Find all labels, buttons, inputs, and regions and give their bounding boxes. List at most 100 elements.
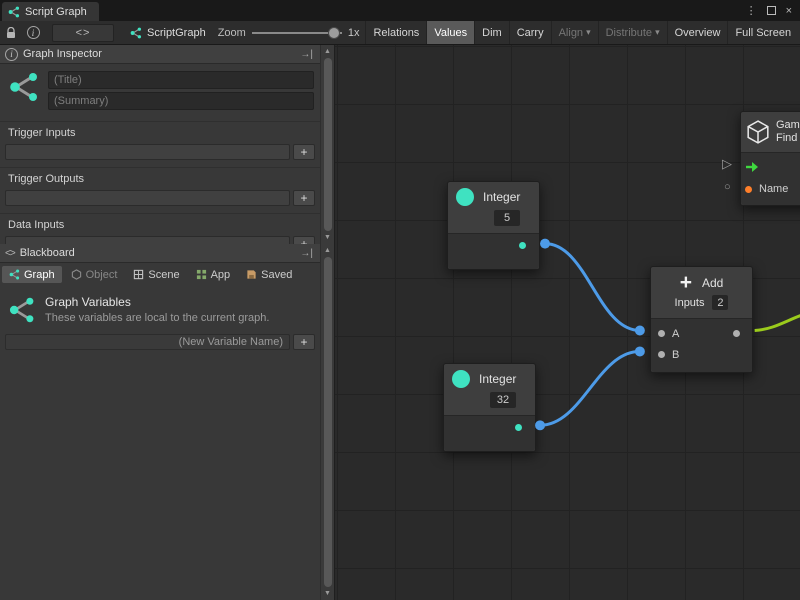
values-button[interactable]: Values	[426, 21, 474, 44]
graph-inspector-title: Graph Inspector	[23, 48, 102, 60]
carry-button[interactable]: Carry	[509, 21, 551, 44]
wire-integer5-to-add-a[interactable]	[545, 244, 640, 331]
zoom-slider[interactable]	[252, 26, 342, 40]
inspect-button[interactable]: i	[22, 21, 44, 45]
graph-inspector-header: i Graph Inspector →|	[0, 45, 320, 64]
add-variable-button[interactable]: +	[293, 334, 315, 350]
add-trigger-input-button[interactable]: +	[293, 144, 315, 160]
chevron-down-icon: ▾	[655, 27, 660, 38]
graph-canvas[interactable]: Integer 5 Integer 32	[335, 45, 800, 600]
scroll-up-icon[interactable]: ▲	[324, 246, 331, 255]
values-label: Values	[434, 27, 467, 39]
dim-button[interactable]: Dim	[474, 21, 509, 44]
output-port[interactable]	[515, 424, 522, 431]
graph-title-input[interactable]	[48, 71, 314, 89]
graph-tab-icon	[9, 269, 20, 280]
tab-label: Graph	[24, 269, 55, 281]
align-button[interactable]: Align ▾	[551, 21, 598, 44]
flow-port-row	[741, 156, 800, 178]
inspector-scrollbar[interactable]: ▲ ▼	[320, 45, 334, 244]
output-port[interactable]	[519, 242, 526, 249]
wire-add-output[interactable]	[755, 316, 800, 331]
integer-value-field[interactable]: 32	[490, 392, 516, 408]
object-tab-icon	[71, 269, 82, 280]
toolbar-buttons: Relations Values Dim Carry Align ▾ Distr…	[365, 21, 798, 44]
new-variable-input[interactable]	[5, 334, 290, 350]
unity-window: Script Graph ⋮ × i <> ScriptGraph	[0, 0, 800, 600]
inspector-scrollbar-thumb[interactable]	[324, 58, 332, 231]
lock-icon	[6, 27, 16, 39]
tab-graph[interactable]: Graph	[2, 266, 62, 283]
full-screen-button[interactable]: Full Screen	[727, 21, 798, 44]
graph-toolbar: i <> ScriptGraph Zoom 1x Relations Value…	[0, 21, 800, 45]
wire-integer32-to-add-b[interactable]	[540, 351, 640, 425]
node-header: Integer	[444, 364, 535, 392]
dock-icon[interactable]: →|	[300, 248, 313, 259]
graph-summary-input[interactable]	[48, 92, 314, 110]
tab-object[interactable]: Object	[64, 266, 125, 283]
graph-name: ScriptGraph	[147, 27, 206, 39]
node-title-lines: Game Find	[776, 119, 800, 145]
graph-icon	[130, 27, 142, 39]
app-tab-icon	[196, 269, 207, 280]
overview-button[interactable]: Overview	[667, 21, 728, 44]
port-row-a: A	[651, 323, 752, 344]
find-node[interactable]: Game Find Name	[740, 111, 800, 206]
lock-button[interactable]	[0, 21, 22, 45]
graph-variables-subtitle: These variables are local to the current…	[45, 312, 269, 324]
tab-label: Scene	[148, 269, 179, 281]
saved-tab-icon	[246, 269, 257, 280]
port-row-b: B	[651, 344, 752, 365]
blackboard-title: Blackboard	[20, 247, 75, 259]
blackboard-scrollbar[interactable]: ▲ ▼	[320, 244, 334, 600]
scroll-up-icon[interactable]: ▲	[324, 47, 331, 56]
tab-label: Object	[86, 269, 118, 281]
window-menu-icon[interactable]: ⋮	[746, 4, 757, 17]
distribute-label: Distribute	[606, 27, 652, 39]
main-content: i Graph Inspector →| Trigger Inputs	[0, 45, 800, 600]
output-port-sum[interactable]	[733, 330, 740, 337]
overview-label: Overview	[675, 27, 721, 39]
integer-node-2[interactable]: Integer 32	[443, 363, 536, 452]
port-label: A	[672, 328, 679, 340]
blackboard-panel: <> Blackboard →| Graph	[0, 244, 334, 600]
graph-breadcrumb[interactable]: ScriptGraph	[130, 27, 206, 39]
inputs-count-field[interactable]: 2	[712, 295, 728, 310]
maximize-icon[interactable]	[767, 6, 776, 15]
add-trigger-output-button[interactable]: +	[293, 190, 315, 206]
close-icon[interactable]: ×	[786, 5, 792, 17]
blackboard-scrollbar-thumb[interactable]	[324, 257, 332, 587]
relations-button[interactable]: Relations	[365, 21, 426, 44]
tab-scene[interactable]: Scene	[126, 266, 186, 283]
node-title-line2: Find	[776, 132, 800, 145]
flow-input-port[interactable]: ▷	[722, 157, 732, 170]
name-port-row: Name	[741, 178, 800, 200]
dim-label: Dim	[482, 27, 502, 39]
code-view-button[interactable]: <>	[52, 24, 114, 42]
input-port-a[interactable]	[658, 330, 665, 337]
flow-arrow-icon[interactable]	[745, 161, 759, 173]
add-node[interactable]: + Add Inputs 2 A	[650, 266, 753, 373]
node-header: Game Find	[741, 112, 800, 152]
window-controls: ⋮ ×	[738, 0, 800, 21]
zoom-slider-handle[interactable]	[328, 27, 340, 39]
add-data-input-button[interactable]: +	[293, 236, 315, 244]
node-body: A B	[651, 318, 752, 372]
script-graph-tab[interactable]: Script Graph	[2, 2, 99, 21]
scroll-down-icon[interactable]: ▼	[324, 589, 331, 598]
tab-saved[interactable]: Saved	[239, 266, 299, 283]
inputs-label: Inputs	[675, 297, 705, 309]
integer-value-field[interactable]: 5	[494, 210, 520, 226]
value-input-port[interactable]: ○	[724, 182, 731, 193]
distribute-button[interactable]: Distribute ▾	[598, 21, 667, 44]
integer-node-1[interactable]: Integer 5	[447, 181, 540, 270]
integer-icon	[456, 188, 474, 206]
node-header: Integer	[448, 182, 539, 210]
tab-app[interactable]: App	[189, 266, 238, 283]
dock-icon[interactable]: →|	[300, 49, 313, 60]
scroll-down-icon[interactable]: ▼	[324, 233, 331, 242]
graph-variables-block: Graph Variables These variables are loca…	[0, 286, 320, 330]
input-port-name[interactable]	[745, 186, 752, 193]
tab-label: App	[211, 269, 231, 281]
input-port-b[interactable]	[658, 351, 665, 358]
